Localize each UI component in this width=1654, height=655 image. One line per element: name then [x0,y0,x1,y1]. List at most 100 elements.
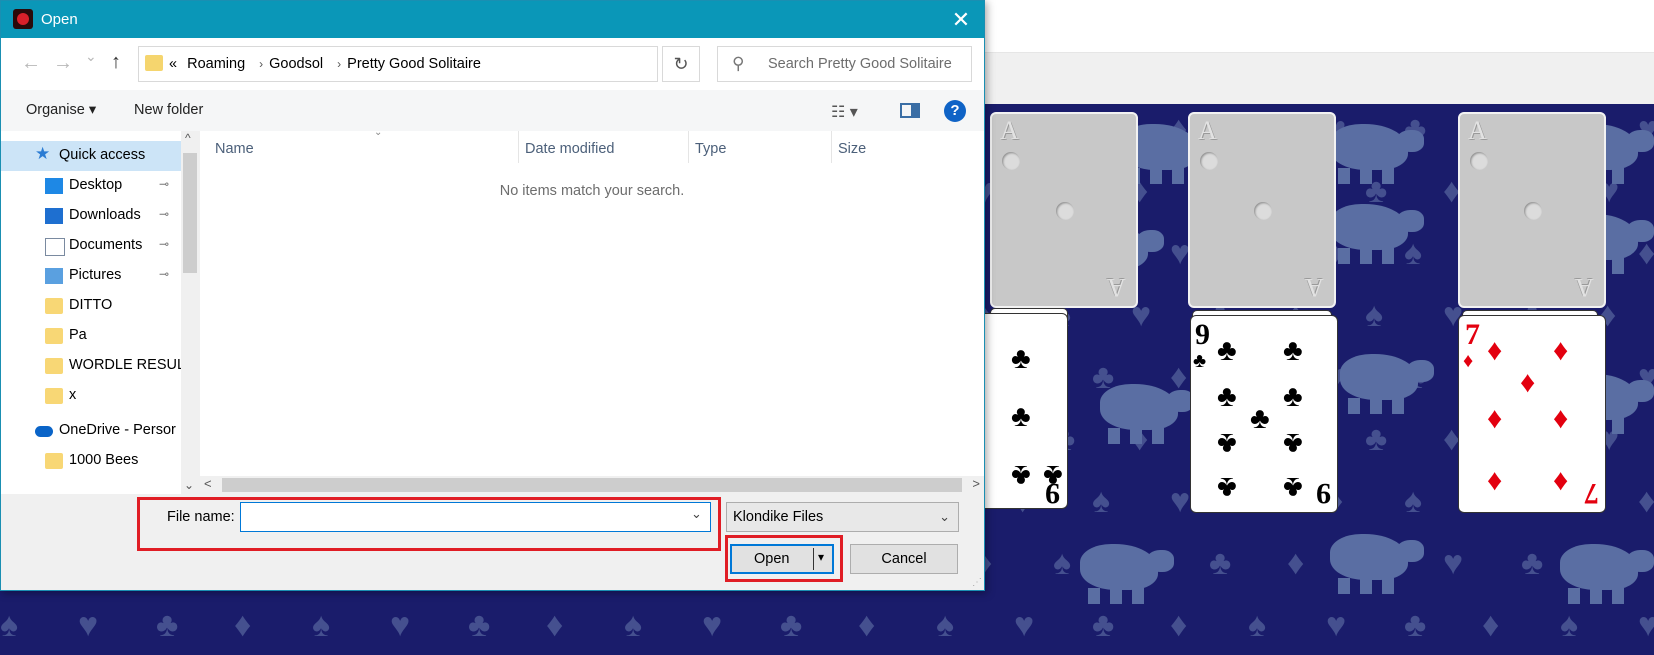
breadcrumb-goodsol[interactable]: Goodsol [269,56,323,72]
sidebar-item-1000-bees[interactable]: 1000 Bees [1,446,181,476]
chevron-down-icon[interactable]: ⌄ [691,506,702,522]
scroll-left-icon[interactable]: < [204,476,212,491]
chevron-right-icon[interactable]: › [337,57,341,71]
club-pip: ♣ [1217,427,1237,460]
open-options-arrow-icon[interactable]: ▾ [818,550,824,564]
navigation-pane: ★ Quick access Desktop ⊸ Downloads ⊸ Documents… [1,131,199,494]
resize-grip-icon[interactable]: ⋰ [972,577,982,588]
sidebar-item-label: Quick access [59,147,146,163]
pin-icon: ⊸ [159,177,170,191]
sidebar-item-downloads[interactable]: Downloads ⊸ [1,201,181,231]
background-suit-pattern: ♥ [1638,606,1654,644]
sidebar-item-label: Documents [69,237,143,253]
cancel-button[interactable]: Cancel [850,544,958,574]
column-header-type[interactable]: Type [695,141,726,157]
background-suit-pattern: ♥ [78,606,99,644]
sidebar-item-pictures[interactable]: Pictures ⊸ [1,261,181,291]
club-pip: ♣ [1283,427,1303,460]
sidebar-item-x[interactable]: x [1,381,181,411]
sidebar-item-pa[interactable]: Pa [1,321,181,351]
background-suit-pattern: ♠ [1404,234,1423,272]
sidebar-item-desktop[interactable]: Desktop ⊸ [1,171,181,201]
background-suit-pattern: ♦ [1170,358,1188,396]
column-header-name[interactable]: Name [215,141,254,157]
background-suit-pattern: ♦ [1170,606,1188,644]
horizontal-scrollbar[interactable]: < > [200,476,984,494]
organise-button[interactable]: Organise ▾ [26,102,96,118]
file-name-input[interactable] [240,502,711,532]
sidebar-item-quick-access[interactable]: ★ Quick access [1,141,181,171]
rank-label: 7 [1584,477,1599,510]
preview-pane-icon[interactable] [900,103,920,118]
club-pip: ♣ [1283,471,1303,504]
diamond-pip: ♦ [1520,366,1536,399]
navigation-bar: ← → ⌄ ↑ « Roaming › Goodsol › Pretty Good So… [1,38,984,90]
background-suit-pattern: ♠ [1053,544,1072,582]
refresh-button[interactable]: ↻ [662,46,700,82]
scrollbar-thumb[interactable] [183,153,197,273]
sidebar-item-documents[interactable]: Documents ⊸ [1,231,181,261]
open-file-dialog: Open ✕ ← → ⌄ ↑ « Roaming › Goodsol › Pretty … [0,0,985,591]
forward-arrow-icon[interactable]: → [53,52,73,75]
folder-icon [145,55,163,71]
background-suit-pattern: ♦ [1638,482,1654,520]
vertical-scrollbar[interactable]: ^ ⌄ [181,131,199,494]
sidebar-item-ditto[interactable]: DITTO [1,291,181,321]
sidebar-item-onedrive-persor[interactable]: OneDrive - Persor [1,416,181,446]
search-box[interactable]: ⚲ Search Pretty Good Solitaire [717,46,972,82]
breadcrumb: « Roaming › Goodsol › Pretty Good Solitaire [169,56,487,72]
emboss-ace-label: A [1575,273,1594,302]
up-arrow-icon[interactable]: ↑ [111,51,121,74]
scroll-down-icon[interactable]: ⌄ [184,478,194,492]
search-input-placeholder[interactable]: Search Pretty Good Solitaire [768,56,952,72]
emboss-ace-label: A [1107,273,1126,302]
background-suit-pattern: ♠ [1092,482,1111,520]
emboss-pip [1254,202,1272,220]
foundation-slot[interactable]: AA [1458,112,1606,308]
club-pip: ♣ [1217,334,1237,367]
file-name-label: File name: [167,509,235,525]
scroll-up-icon[interactable]: ^ [185,131,191,145]
scrollbar-thumb[interactable] [222,478,962,492]
scroll-right-icon[interactable]: > [972,476,980,491]
foundation-slot[interactable]: AA [990,112,1138,308]
emboss-pip [1200,152,1218,170]
club-pip: ♣ [1217,471,1237,504]
breadcrumb-roaming[interactable]: Roaming [187,56,245,72]
sidebar-item-label: Pa [69,327,87,343]
background-suit-pattern: ♣ [1209,544,1232,582]
help-icon[interactable]: ? [944,100,966,122]
file-type-select[interactable]: Klondike Files ⌄ [726,502,959,532]
club-pip: ♣ [1193,350,1207,372]
club-pip: ♣ [1011,400,1031,433]
file-list[interactable]: ⌄ Name Date modified Type Size No items … [200,127,984,494]
background-suit-pattern: ♥ [1014,606,1035,644]
empty-message: No items match your search. [499,183,685,199]
column-header-size[interactable]: Size [838,141,866,157]
sidebar-item-label: WORDLE RESULT [69,357,193,373]
club-pip: ♣ [1011,342,1031,375]
view-options-icon[interactable]: ☷ ▾ [831,102,858,122]
open-button[interactable]: Open ▾ [730,544,834,574]
folder-icon [45,358,63,374]
breadcrumb-overflow-icon[interactable]: « [169,56,177,72]
foundation-slot[interactable]: AA [1188,112,1336,308]
back-arrow-icon[interactable]: ← [21,52,41,75]
emboss-pip [1524,202,1542,220]
sidebar-item-wordle-result[interactable]: WORDLE RESULT [1,351,193,381]
folder-icon [45,388,63,404]
diamond-pip: ♦ [1553,464,1569,497]
sidebar-item-label: Downloads [69,207,141,223]
emboss-ace-label: A [1000,116,1019,145]
close-button[interactable]: ✕ [938,1,984,38]
seven-of-diamonds-card[interactable]: 7 ♦ ♦ ♦ ♦ ♦ ♦ ♦ ♦ 7 [1458,315,1606,513]
column-header-date-modified[interactable]: Date modified [525,141,614,157]
recent-locations-icon[interactable]: ⌄ [85,48,97,65]
chevron-right-icon[interactable]: › [259,57,263,71]
background-suit-pattern: ♠ [1365,296,1384,334]
breadcrumb-pretty-good-solitaire[interactable]: Pretty Good Solitaire [347,56,481,72]
bear-pattern-icon [1330,124,1424,184]
address-bar[interactable]: « Roaming › Goodsol › Pretty Good Solitaire … [138,46,781,82]
nine-of-clubs-card[interactable]: 9 ♣ ♣ ♣ ♣ ♣ ♣ ♣ ♣ ♣ ♣ 9 [1190,315,1338,513]
new-folder-button[interactable]: New folder [134,102,203,118]
